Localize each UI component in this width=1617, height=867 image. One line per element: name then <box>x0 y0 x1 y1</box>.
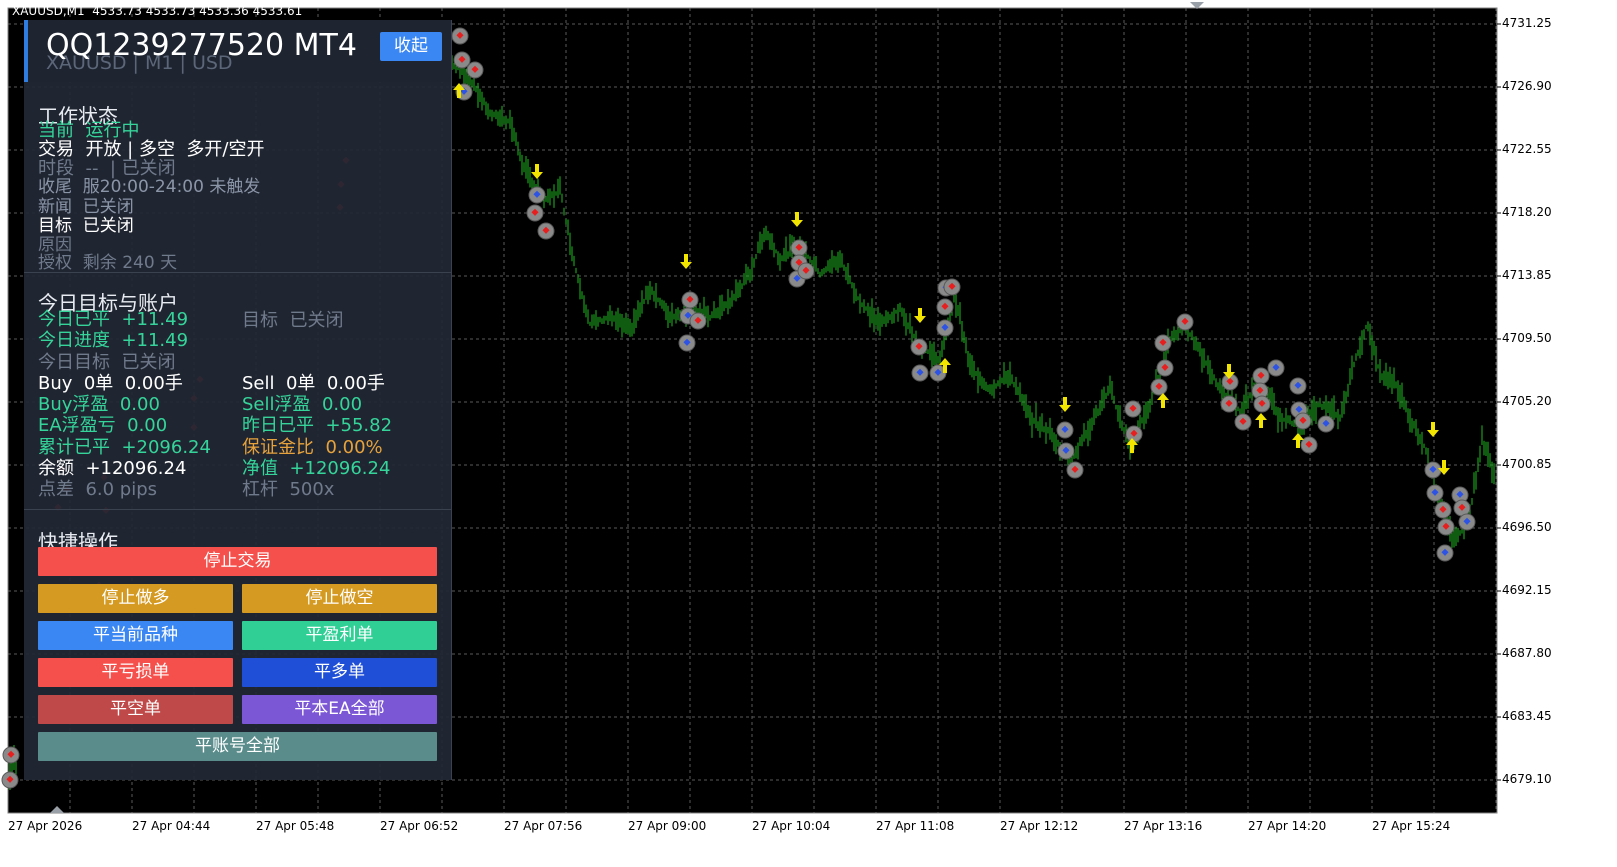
time-tick-label: 27 Apr 10:04 <box>752 819 831 833</box>
symbol-header: XAUUSD,M1 4533.73 4533.73 4533.36 4533.6… <box>12 4 303 18</box>
panel-header: XAUUSD | M1 | USD QQ1239277520 MT4 收起 <box>24 20 451 82</box>
price-tick-label: 4696.50 <box>1502 520 1552 534</box>
time-tick-label: 27 Apr 07:56 <box>504 819 583 833</box>
status-reason: 原因 <box>38 235 72 255</box>
today-progress: 今日进度 +11.49 <box>38 330 189 351</box>
close-symbol-button[interactable]: 平当前品种 <box>38 621 233 650</box>
time-tick-label: 27 Apr 14:20 <box>1248 819 1327 833</box>
leverage: 杠杆 500x <box>242 479 335 500</box>
price-tick-label: 4713.85 <box>1502 268 1552 282</box>
today-closed: 今日已平 +11.49 <box>38 309 189 330</box>
price-tick-label: 4718.20 <box>1502 205 1552 219</box>
time-tick-label: 27 Apr 06:52 <box>380 819 459 833</box>
yesterday-closed: 昨日已平 +55.82 <box>242 415 393 436</box>
time-tick-label: 27 Apr 09:00 <box>628 819 707 833</box>
time-tick-label: 27 Apr 05:48 <box>256 819 335 833</box>
time-tick-label: 27 Apr 2026 <box>8 819 83 833</box>
price-tick-label: 4683.45 <box>1502 709 1552 723</box>
time-tick-label: 27 Apr 12:12 <box>1000 819 1079 833</box>
time-tick-label: 27 Apr 11:08 <box>876 819 955 833</box>
price-tick-label: 4726.90 <box>1502 79 1552 93</box>
status-current: 当前 运行中 <box>38 120 140 141</box>
close-profit-button[interactable]: 平盈利单 <box>242 621 437 650</box>
balance: 余额 +12096.24 <box>38 458 187 479</box>
spread: 点差 6.0 pips <box>38 479 158 500</box>
price-tick-label: 4709.50 <box>1502 331 1552 345</box>
time-tick-label: 27 Apr 13:16 <box>1124 819 1203 833</box>
buy-summary: Buy 0单 0.00手 <box>38 373 183 394</box>
price-tick-label: 4692.15 <box>1502 583 1552 597</box>
stop-short-button[interactable]: 停止做空 <box>242 584 437 613</box>
status-trade: 交易 开放 | 多空 多开/空开 <box>38 139 265 160</box>
ea-panel: XAUUSD | M1 | USD QQ1239277520 MT4 收起 工作… <box>24 20 452 780</box>
price-tick-label: 4700.85 <box>1502 457 1552 471</box>
section-divider <box>24 272 451 273</box>
price-tick-label: 4679.10 <box>1502 772 1552 786</box>
price-tick-label: 4722.55 <box>1502 142 1552 156</box>
status-news: 新闻 已关闭 <box>38 197 134 217</box>
close-sell-button[interactable]: 平空单 <box>38 695 233 724</box>
target-closed: 目标 已关闭 <box>242 310 344 331</box>
price-tick-label: 4731.25 <box>1502 16 1552 30</box>
time-tick-label: 27 Apr 15:24 <box>1372 819 1451 833</box>
equity: 净值 +12096.24 <box>242 458 391 479</box>
close-account-all-button[interactable]: 平账号全部 <box>38 732 437 761</box>
today-target: 今日目标 已关闭 <box>38 352 176 373</box>
time-tick-label: 27 Apr 04:44 <box>132 819 211 833</box>
price-chart[interactable]: XAUUSD,M1 4533.73 4533.73 4533.36 4533.6… <box>0 0 1617 867</box>
close-ea-all-button[interactable]: 平本EA全部 <box>242 695 437 724</box>
section-divider <box>24 509 451 510</box>
buy-float: Buy浮盈 0.00 <box>38 394 160 415</box>
sell-summary: Sell 0单 0.00手 <box>242 373 385 394</box>
ea-pl: EA浮盈亏 0.00 <box>38 415 168 436</box>
status-target: 目标 已关闭 <box>38 216 134 236</box>
margin-ratio: 保证金比 0.00% <box>242 437 383 458</box>
close-loss-button[interactable]: 平亏损单 <box>38 658 233 687</box>
stop-long-button[interactable]: 停止做多 <box>38 584 233 613</box>
close-buy-button[interactable]: 平多单 <box>242 658 437 687</box>
status-close-tail: 收尾 服20:00-24:00 未触发 <box>38 177 261 197</box>
cum-closed: 累计已平 +2096.24 <box>38 437 211 458</box>
price-tick-label: 4705.20 <box>1502 394 1552 408</box>
price-tick-label: 4687.80 <box>1502 646 1552 660</box>
stop-trading-button[interactable]: 停止交易 <box>38 547 437 576</box>
sell-float: Sell浮盈 0.00 <box>242 394 363 415</box>
status-session: 时段 -- | 已关闭 <box>38 158 176 179</box>
status-license: 授权 剩余 240 天 <box>38 253 178 273</box>
collapse-button[interactable]: 收起 <box>380 32 442 61</box>
account-title: QQ1239277520 MT4 <box>46 28 357 63</box>
